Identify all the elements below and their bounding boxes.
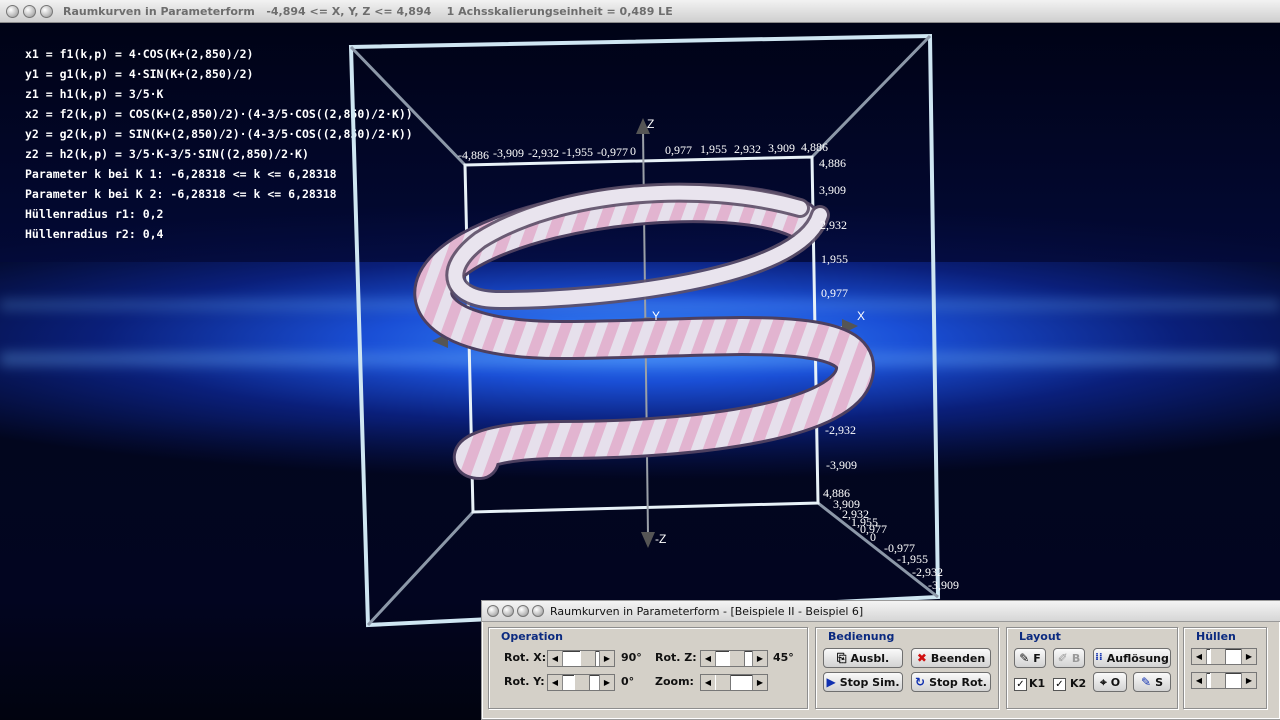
origin-button[interactable]: ⌖ O [1093, 672, 1127, 692]
stop-simulation-button[interactable]: ▶ Stop Sim. [823, 672, 903, 692]
panel-restore-button[interactable] [532, 605, 544, 617]
tick-label: 2,932 [820, 218, 847, 232]
pen-icon: ✎ [1141, 675, 1152, 689]
right-tick-labels: 4,886 3,909 2,932 1,955 0,977 -2,932 -3,… [819, 156, 857, 472]
hull1-increase-button[interactable]: ▶ [1241, 649, 1256, 664]
tick-label: 0,977 [821, 286, 848, 300]
rotate-icon: ↻ [915, 675, 926, 689]
tick-label: -3,909 [493, 146, 524, 160]
tick-label: -3,909 [826, 458, 857, 472]
hull2-slider-thumb[interactable] [1210, 673, 1226, 688]
rot-x-slider[interactable]: ◀ ▶ [547, 650, 615, 667]
tick-label: 1,955 [821, 252, 848, 266]
tick-label: 0 [630, 144, 636, 158]
rot-x-decrease-button[interactable]: ◀ [548, 651, 563, 666]
layout-group-title: Layout [1019, 630, 1061, 643]
save-button[interactable]: ✎ S [1133, 672, 1171, 692]
tick-label: 0 [870, 530, 876, 544]
formula-toggle-button[interactable]: ✎ F [1014, 648, 1046, 668]
k1-label: K1 [1029, 677, 1046, 690]
k2-checkbox[interactable]: ✓ [1053, 678, 1066, 691]
x-axis-label: X [857, 309, 865, 323]
background-button[interactable]: ✐ B [1053, 648, 1085, 668]
zoom-increase-button[interactable]: ▶ [752, 675, 767, 690]
neg-z-axis-label: -Z [655, 532, 666, 546]
tick-label: 3,909 [768, 141, 795, 155]
tick-label: 4,886 [819, 156, 846, 170]
tick-label: -0,977 [597, 145, 628, 159]
hide-icon: ⎘ [836, 651, 847, 665]
rot-y-increase-button[interactable]: ▶ [599, 675, 614, 690]
tick-label: -2,932 [912, 565, 943, 579]
resolution-button[interactable]: ⁞⁞ Auflösung [1093, 648, 1171, 668]
rot-y-slider[interactable]: ◀ ▶ [547, 674, 615, 691]
hull2-decrease-button[interactable]: ◀ [1192, 673, 1207, 688]
zoom-slider[interactable]: ◀ ▶ [700, 674, 768, 691]
tick-label: -2,932 [528, 146, 559, 160]
tick-label: -1,955 [897, 552, 928, 566]
panel-titlebar: Raumkurven in Parameterform - [Beispiele… [482, 601, 1280, 622]
huellen-group: Hüllen ◀ ▶ ◀ ▶ [1183, 627, 1267, 709]
layout-group: Layout ✎ F ✐ B ⁞⁞ Auflösung ✓ K1 ✓ K2 ⌖ O ✎ S [1006, 627, 1178, 709]
tick-label: -3,909 [928, 578, 959, 592]
rot-x-slider-thumb[interactable] [580, 651, 596, 666]
crosshair-icon: ⌖ [1099, 675, 1107, 689]
y-axis-label: Y [652, 309, 660, 323]
panel-minimize-button[interactable] [502, 605, 514, 617]
huellen-group-title: Hüllen [1196, 630, 1236, 643]
hull-radius-slider-1[interactable]: ◀ ▶ [1191, 648, 1257, 665]
beenden-button[interactable]: ✖ Beenden [911, 648, 991, 668]
tick-label: -4,886 [458, 148, 489, 162]
rot-x-label: Rot. X: [504, 651, 547, 664]
tick-label: 4,886 [801, 140, 828, 154]
z-axis-label: Z [647, 117, 654, 131]
k1-checkbox[interactable]: ✓ [1014, 678, 1027, 691]
rot-y-value: 0° [621, 675, 635, 688]
close-icon: ✖ [916, 651, 927, 665]
control-panel: Raumkurven in Parameterform - [Beispiele… [481, 600, 1280, 720]
tick-label: 1,955 [700, 142, 727, 156]
k2-label: K2 [1070, 677, 1087, 690]
rot-y-label: Rot. Y: [504, 675, 545, 688]
rot-z-decrease-button[interactable]: ◀ [701, 651, 716, 666]
pen-icon: ✎ [1019, 651, 1030, 665]
rot-y-slider-thumb[interactable] [574, 675, 590, 690]
rot-z-slider[interactable]: ◀ ▶ [700, 650, 768, 667]
hull2-increase-button[interactable]: ▶ [1241, 673, 1256, 688]
tick-label: -1,955 [562, 145, 593, 159]
operation-group-title: Operation [501, 630, 563, 643]
panel-title: Raumkurven in Parameterform - [Beispiele… [550, 604, 864, 618]
brush-icon: ✐ [1057, 651, 1068, 665]
rot-x-increase-button[interactable]: ▶ [599, 651, 614, 666]
rot-z-increase-button[interactable]: ▶ [752, 651, 767, 666]
tick-label: -2,932 [825, 423, 856, 437]
rot-z-value: 45° [773, 651, 794, 664]
zoom-label: Zoom: [655, 675, 694, 688]
ausblenden-button[interactable]: ⎘ Ausbl. [823, 648, 903, 668]
zoom-decrease-button[interactable]: ◀ [701, 675, 716, 690]
rot-z-label: Rot. Z: [655, 651, 697, 664]
hull1-decrease-button[interactable]: ◀ [1192, 649, 1207, 664]
panel-maximize-button[interactable] [517, 605, 529, 617]
rot-z-slider-thumb[interactable] [729, 651, 745, 666]
bedienung-group: Bedienung ⎘ Ausbl. ✖ Beenden ▶ Stop Sim. ↻ S… [815, 627, 999, 709]
operation-group: Operation Rot. X: ◀ ▶ 90° Rot. Y: ◀ ▶ 0°… [488, 627, 808, 709]
hull1-slider-thumb[interactable] [1210, 649, 1226, 664]
tick-label: 3,909 [819, 183, 846, 197]
rot-y-decrease-button[interactable]: ◀ [548, 675, 563, 690]
zoom-slider-thumb[interactable] [715, 675, 731, 690]
play-icon: ▶ [826, 675, 836, 689]
bedienung-group-title: Bedienung [828, 630, 895, 643]
tick-label: 0,977 [665, 143, 692, 157]
panel-close-button[interactable] [487, 605, 499, 617]
rot-x-value: 90° [621, 651, 642, 664]
hull-radius-slider-2[interactable]: ◀ ▶ [1191, 672, 1257, 689]
tick-label: 2,932 [734, 142, 761, 156]
resolution-icon: ⁞⁞ [1095, 652, 1103, 663]
stop-rotation-button[interactable]: ↻ Stop Rot. [911, 672, 991, 692]
